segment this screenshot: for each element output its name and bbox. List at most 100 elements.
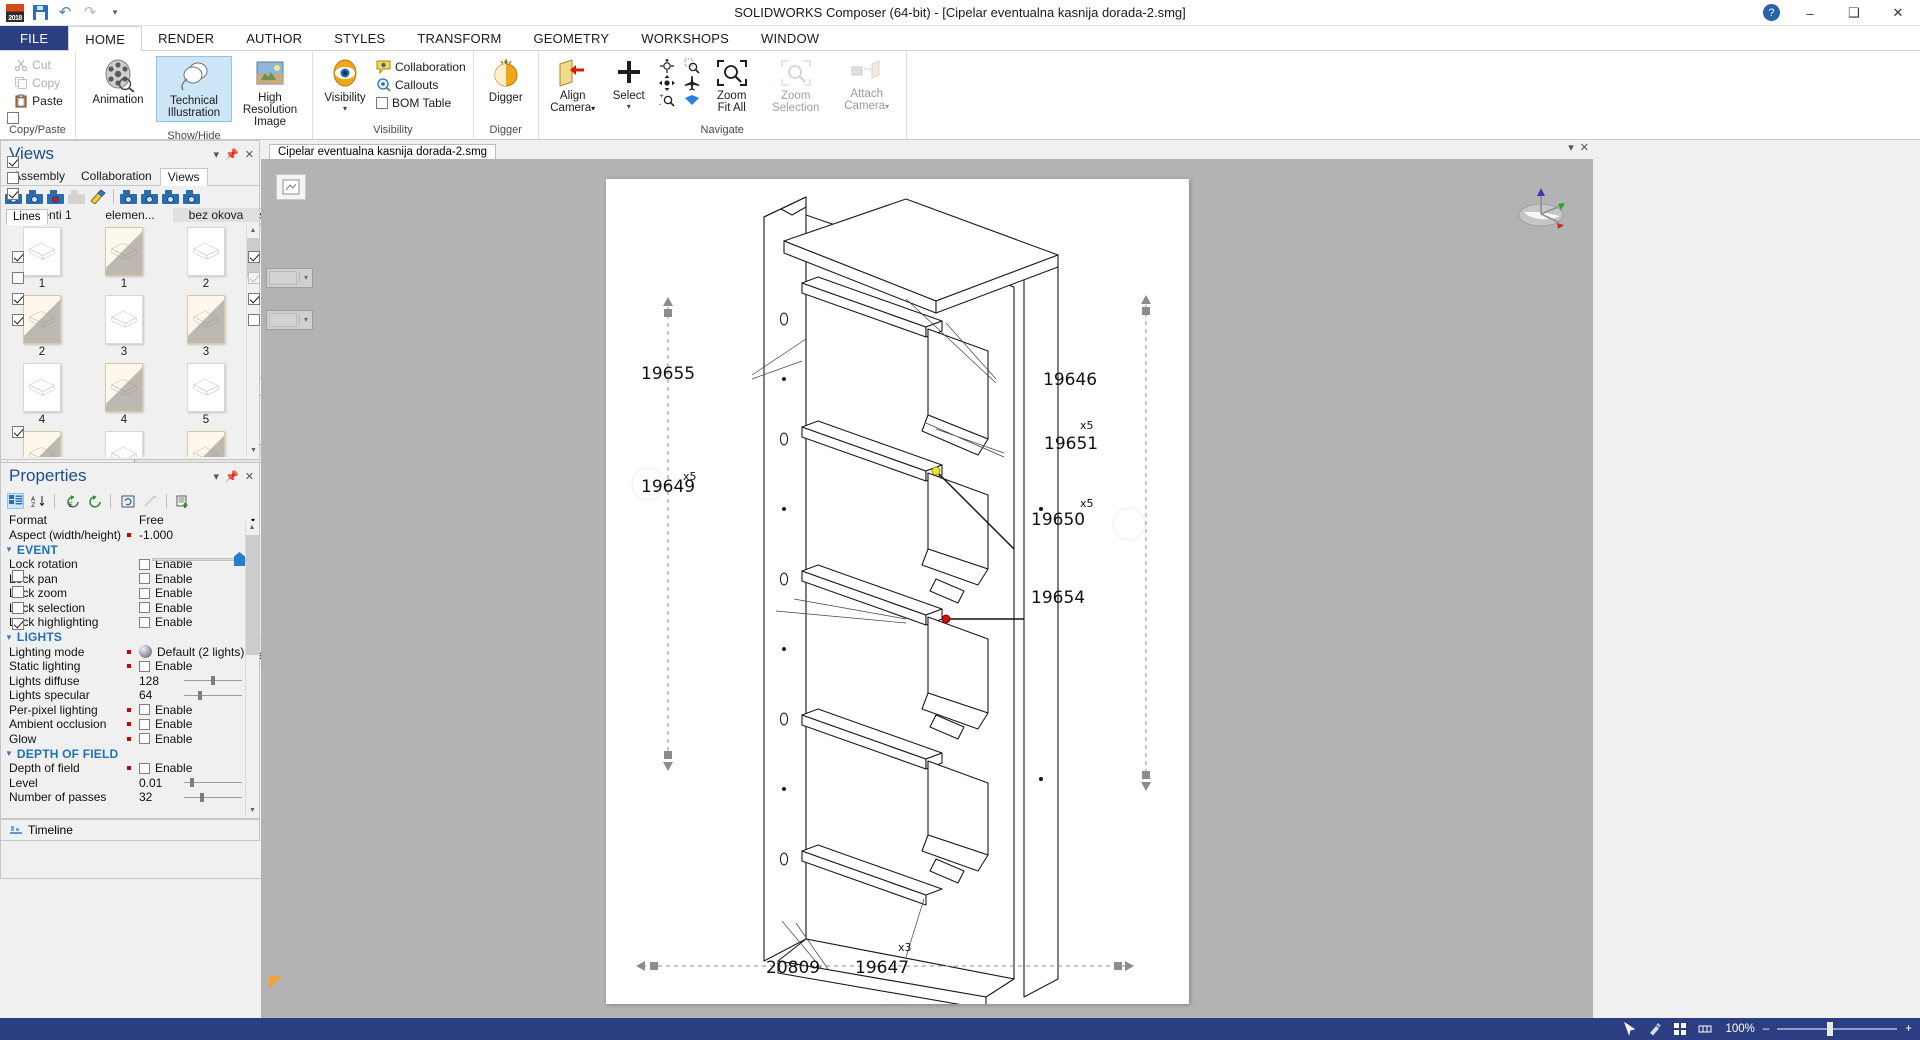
property-section-header[interactable]: ▼DEPTH OF FIELD	[1, 746, 259, 761]
view-thumbnail-cell[interactable]: 4	[83, 360, 165, 428]
property-row[interactable]: Ambient occlusionEnable	[1, 717, 259, 732]
view-nav-stop-icon[interactable]	[162, 189, 180, 204]
property-checkbox[interactable]	[139, 763, 150, 774]
view-thumbnail[interactable]	[23, 227, 61, 276]
callout-19651[interactable]: 19651	[1044, 434, 1098, 454]
zoom-selection-button[interactable]: Zoom Selection	[760, 56, 832, 116]
view-thumbnail-cell[interactable]: 4	[1, 360, 83, 428]
callout-19646[interactable]: 19646	[1043, 370, 1097, 390]
sort-alpha-icon[interactable]: A Z	[29, 493, 46, 509]
ribbon-tab-styles[interactable]: STYLES	[318, 26, 401, 50]
view-thumbnail[interactable]	[187, 363, 225, 412]
tab-views[interactable]: Views	[160, 168, 208, 186]
minimize-button[interactable]: –	[1788, 0, 1832, 26]
select-mode-icon[interactable]	[1621, 1022, 1638, 1037]
view-nav-first-icon[interactable]	[120, 189, 138, 204]
property-row[interactable]: FormatFree▾	[1, 513, 259, 528]
view-thumbnail[interactable]	[23, 295, 61, 344]
view-nav-last-icon[interactable]	[183, 189, 201, 204]
view-triad-icon[interactable]	[1511, 181, 1571, 241]
view-thumbnail[interactable]	[105, 363, 143, 412]
callout-20809[interactable]: 20809	[766, 958, 820, 978]
attach-camera-button[interactable]: Attach Camera▾	[832, 56, 902, 115]
property-slider[interactable]	[184, 675, 242, 686]
high-resolution-image-button[interactable]: High Resolution Image	[232, 56, 308, 130]
properties-scroll-down-icon[interactable]: ▼	[246, 804, 259, 817]
view-nav-play-icon[interactable]	[141, 189, 159, 204]
view-thumbnail-cell[interactable]: View 5.1	[83, 428, 165, 457]
select-dropdown-icon[interactable]: ▾	[627, 102, 631, 111]
ribbon-tab-file[interactable]: FILE	[0, 26, 68, 50]
property-checkbox[interactable]	[139, 559, 150, 570]
cutting-lines-color-checkbox[interactable]	[248, 293, 260, 305]
property-checkbox[interactable]	[139, 602, 150, 613]
occlusion-culling-checkbox[interactable]	[12, 618, 24, 630]
callouts-button[interactable]: Callouts	[373, 76, 469, 94]
view-thumbnail-cell[interactable]: 3	[83, 292, 165, 360]
bom-checkbox[interactable]	[376, 97, 388, 109]
snap-icon[interactable]	[1696, 1022, 1713, 1037]
view-thumbnail-cell[interactable]: View 5.1	[165, 428, 247, 457]
property-row[interactable]: Lock selectionEnable	[1, 601, 259, 616]
property-row[interactable]: Level0.01	[1, 776, 259, 791]
close-button[interactable]: ✕	[1876, 0, 1920, 26]
callout-19647[interactable]: 19647	[855, 958, 909, 978]
digger-button[interactable]: Digger	[478, 56, 534, 106]
callout-19650[interactable]: 19650	[1031, 510, 1085, 530]
show-visible-lines-checkbox[interactable]	[12, 251, 24, 263]
view-thumbnail-cell[interactable]: 2	[165, 224, 247, 292]
properties-scroll-thumb[interactable]	[246, 535, 259, 655]
fly-icon[interactable]	[684, 75, 700, 91]
collaboration-color-checkbox[interactable]	[248, 314, 260, 326]
property-checkbox[interactable]	[139, 733, 150, 744]
view-thumbnail[interactable]	[105, 295, 143, 344]
property-row[interactable]: Number of passes32	[1, 790, 259, 805]
property-checkbox[interactable]	[139, 588, 150, 599]
property-checkbox[interactable]	[139, 704, 150, 715]
ribbon-tab-transform[interactable]: TRANSFORM	[401, 26, 517, 50]
undo-view-icon[interactable]	[68, 189, 86, 204]
views-collapse-icon[interactable]: ▾	[214, 148, 220, 161]
callout-19654[interactable]: 19654	[1031, 588, 1085, 608]
ribbon-tab-geometry[interactable]: GEOMETRY	[517, 26, 625, 50]
copy-button[interactable]: Copy	[11, 74, 63, 92]
visibility-dropdown-icon[interactable]: ▾	[343, 104, 347, 113]
section-collapse-icon[interactable]: ▼	[5, 749, 13, 758]
add-property-icon[interactable]	[175, 493, 192, 509]
view-thumbnail[interactable]	[187, 227, 225, 276]
ribbon-tab-render[interactable]: RENDER	[142, 26, 230, 50]
ellipses-generation-checkbox[interactable]	[12, 586, 24, 598]
view-thumbnail-cell[interactable]: 3	[165, 292, 247, 360]
section-collapse-icon[interactable]: ▼	[5, 545, 13, 554]
property-slider[interactable]	[184, 792, 242, 803]
views-pin-icon[interactable]: 📌	[225, 148, 239, 161]
vector-view-icon[interactable]	[276, 174, 306, 200]
refinement-slider[interactable]	[152, 552, 247, 566]
property-row[interactable]: Per-pixel lightingEnable	[1, 703, 259, 718]
property-slider-handle[interactable]	[200, 793, 204, 802]
property-slider[interactable]	[184, 777, 242, 788]
views-scroll-down-icon[interactable]: ▼	[247, 444, 259, 457]
view-thumbnail[interactable]	[23, 431, 61, 457]
property-row[interactable]: GlowEnable	[1, 732, 259, 747]
help-icon[interactable]: ?	[1763, 4, 1780, 21]
ribbon-tab-workshops[interactable]: WORKSHOPS	[625, 26, 745, 50]
grid-icon[interactable]	[1671, 1022, 1688, 1037]
zoom-in-button[interactable]: +	[1905, 1023, 1912, 1035]
property-row[interactable]: Lock highlightingEnable	[1, 615, 259, 630]
view-thumbnail-cell[interactable]: 1	[83, 224, 165, 292]
property-row[interactable]: Depth of fieldEnable	[1, 761, 259, 776]
show-cutting-lines-checkbox[interactable]	[12, 293, 24, 305]
back-culling-checkbox[interactable]	[12, 602, 24, 614]
property-checkbox[interactable]	[139, 661, 150, 672]
reset-icon[interactable]	[119, 493, 136, 509]
document-restore-icon[interactable]: ▾	[1568, 141, 1574, 154]
technical-illustration-button[interactable]: Technical Illustration	[156, 56, 232, 122]
view-thumbnail[interactable]	[105, 227, 143, 276]
visibility-button[interactable]: Visibility ▾	[317, 56, 373, 115]
property-slider-handle[interactable]	[211, 676, 215, 685]
view-thumbnail[interactable]	[187, 431, 225, 457]
callout-19655[interactable]: 19655	[641, 364, 695, 384]
property-row[interactable]: Lock panEnable	[1, 572, 259, 587]
walk-icon[interactable]	[684, 92, 700, 108]
